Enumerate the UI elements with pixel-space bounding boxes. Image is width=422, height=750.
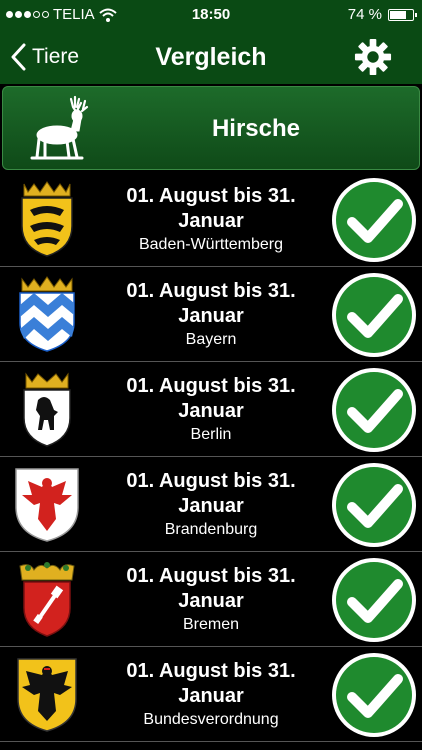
list-item[interactable]: 01. August bis 31. Januar Brandenburg xyxy=(0,457,422,552)
checkmark-icon xyxy=(332,178,416,262)
checkmark-icon xyxy=(332,653,416,737)
berlin-crest-icon xyxy=(23,372,71,447)
gear-icon[interactable] xyxy=(354,38,392,76)
baden-wuerttemberg-crest-icon xyxy=(21,181,73,257)
state-name: Baden-Württemberg xyxy=(138,236,284,253)
list-item[interactable]: 01. August bis 31. Januar Bayern xyxy=(0,267,422,362)
list-item[interactable]: 01. August bis 31. Januar Bremen xyxy=(0,552,422,647)
category-title: Hirsche xyxy=(211,115,301,142)
checkmark-icon xyxy=(332,368,416,452)
battery-icon xyxy=(388,8,417,21)
season-dates: 01. August bis 31. Januar xyxy=(126,185,296,232)
state-name: Bundesverordnung xyxy=(143,711,279,728)
season-dates: 01. August bis 31. Januar xyxy=(126,660,296,707)
navigation-bar: Tiere Vergleich xyxy=(0,30,422,84)
season-dates: 01. August bis 31. Januar xyxy=(126,375,296,422)
checkmark-icon xyxy=(332,558,416,642)
season-dates: 01. August bis 31. Januar xyxy=(126,280,296,327)
brandenburg-crest-icon xyxy=(15,468,79,542)
status-bar: TELIA 18:50 74 % xyxy=(0,0,422,30)
back-button-label: Tiere xyxy=(32,45,80,68)
season-dates: 01. August bis 31. Januar xyxy=(126,470,296,517)
list-item[interactable]: 01. August bis 31. Januar Bundesverordnu… xyxy=(0,647,422,742)
bayern-crest-icon xyxy=(19,276,75,352)
state-name: Brandenburg xyxy=(164,521,258,538)
state-name: Berlin xyxy=(190,426,232,443)
battery-fill xyxy=(390,10,407,19)
state-name: Bayern xyxy=(185,331,237,348)
battery-percent: 74 % xyxy=(347,6,382,23)
category-header: Hirsche xyxy=(2,86,420,170)
bundesadler-crest-icon xyxy=(17,658,77,732)
checkmark-icon xyxy=(332,273,416,357)
season-dates: 01. August bis 31. Januar xyxy=(126,565,296,612)
list-item[interactable]: 01. August bis 31. Januar Baden-Württemb… xyxy=(0,172,422,267)
back-button[interactable]: Tiere xyxy=(10,40,79,74)
checkmark-icon xyxy=(332,463,416,547)
state-name: Bremen xyxy=(182,616,240,633)
list-item[interactable]: 01. August bis 31. Januar Berlin xyxy=(0,362,422,457)
chevron-left-icon xyxy=(11,43,26,71)
bremen-crest-icon xyxy=(19,562,75,637)
battery-status: 74 % xyxy=(347,6,417,23)
